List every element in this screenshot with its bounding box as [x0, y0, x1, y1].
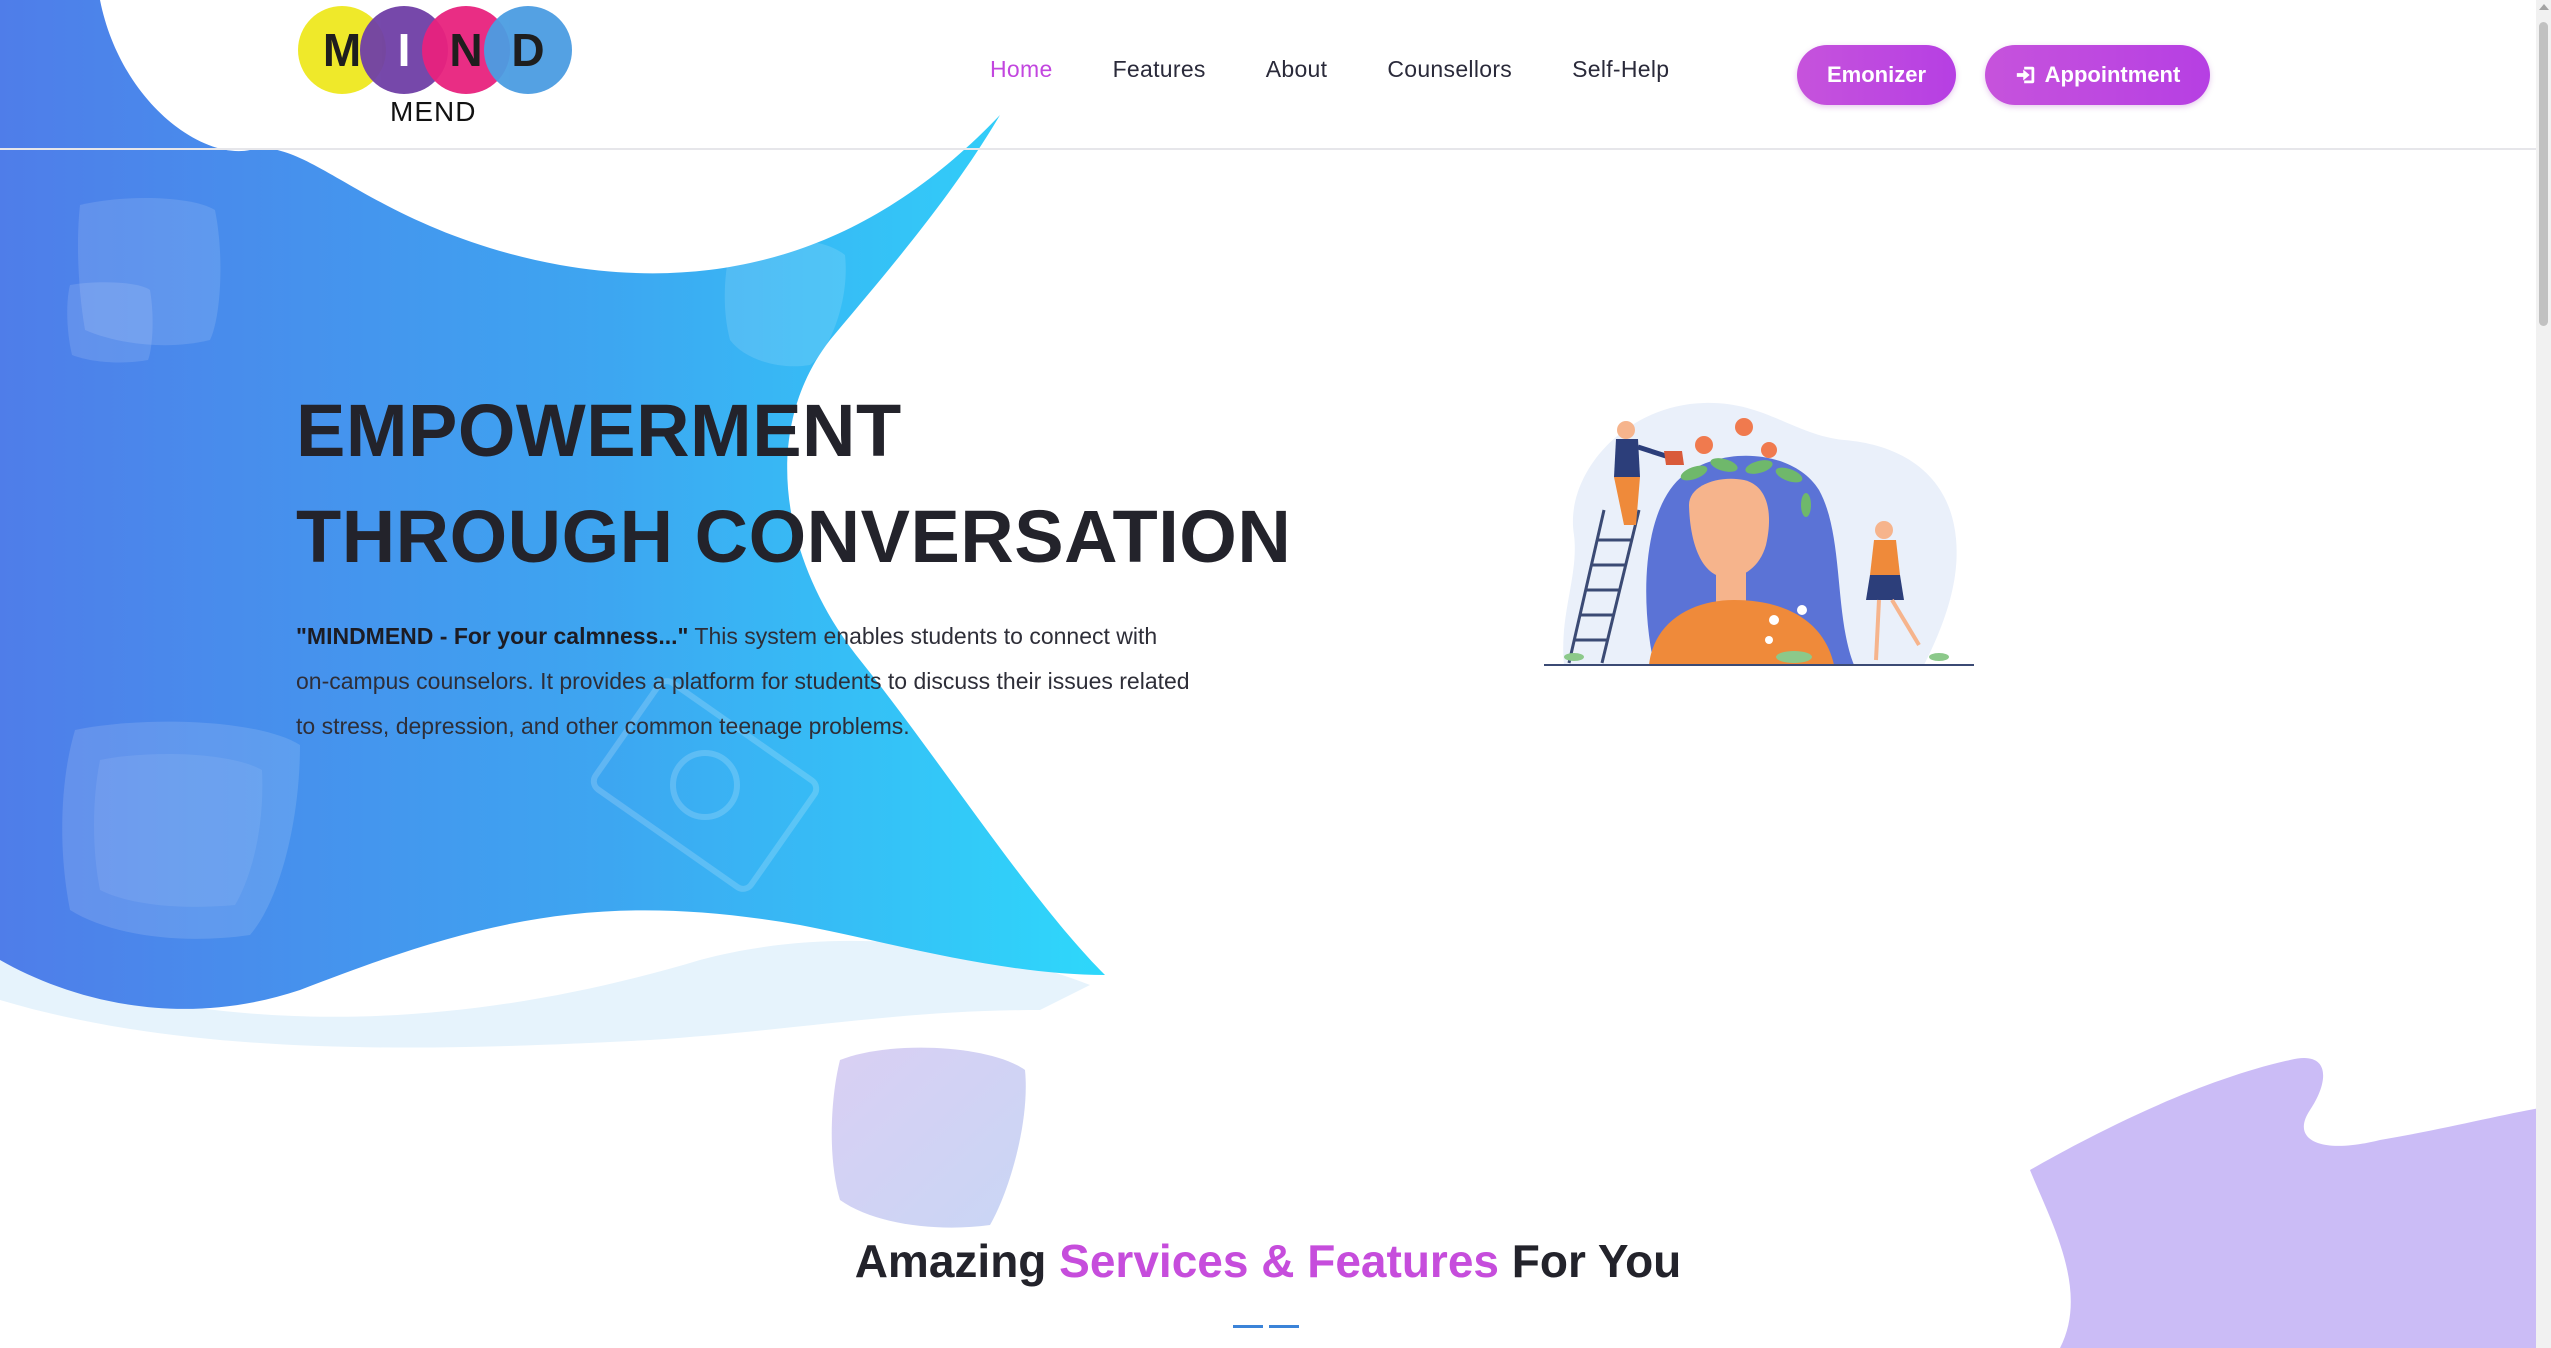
nav-self-help[interactable]: Self-Help — [1572, 56, 1669, 83]
site-header: M I N D MEND Home Features About Counsel… — [0, 0, 2536, 148]
hero-description: "MINDMEND - For your calmness..." This s… — [296, 614, 1196, 749]
hero-title-line-1: EMPOWERMENT — [296, 389, 902, 472]
appointment-label: Appointment — [2044, 62, 2181, 87]
scroll-up-arrow-icon[interactable] — [2539, 4, 2549, 10]
hero-tagline: "MINDMEND - For your calmness..." — [296, 623, 689, 649]
mental-health-illustration — [1544, 402, 1974, 666]
main-nav: Home Features About Counsellors Self-Hel… — [990, 56, 1729, 83]
heading-underline — [1233, 1325, 1299, 1328]
mindmend-logo[interactable]: M I N D MEND — [298, 6, 572, 132]
logo-subtitle: MEND — [390, 96, 477, 127]
sign-in-icon — [2016, 66, 2034, 84]
hero-title: EMPOWERMENT THROUGH CONVERSATION — [296, 378, 1291, 590]
emonizer-label: Emonizer — [1826, 62, 1927, 87]
hero-title-line-2: THROUGH CONVERSATION — [296, 495, 1292, 578]
nav-home[interactable]: Home — [990, 56, 1053, 83]
logo-letter-d: D — [484, 6, 572, 94]
nav-features[interactable]: Features — [1113, 56, 1206, 83]
services-heading-accent: Services & Features — [1059, 1235, 1499, 1287]
underline-dash-1 — [1233, 1325, 1263, 1328]
header-divider — [0, 148, 2536, 150]
nav-about[interactable]: About — [1266, 56, 1328, 83]
nav-counsellors[interactable]: Counsellors — [1387, 56, 1512, 83]
services-heading-prefix: Amazing — [854, 1235, 1060, 1287]
services-heading: Amazing Services & Features For You — [0, 1234, 2536, 1288]
page-scrollbar[interactable] — [2536, 0, 2551, 1348]
emonizer-button[interactable]: Emonizer — [1797, 45, 1956, 105]
services-heading-suffix: For You — [1498, 1235, 1682, 1287]
appointment-button[interactable]: Appointment — [1985, 45, 2210, 105]
underline-dash-2 — [1269, 1325, 1299, 1328]
scrollbar-thumb[interactable] — [2539, 22, 2548, 326]
